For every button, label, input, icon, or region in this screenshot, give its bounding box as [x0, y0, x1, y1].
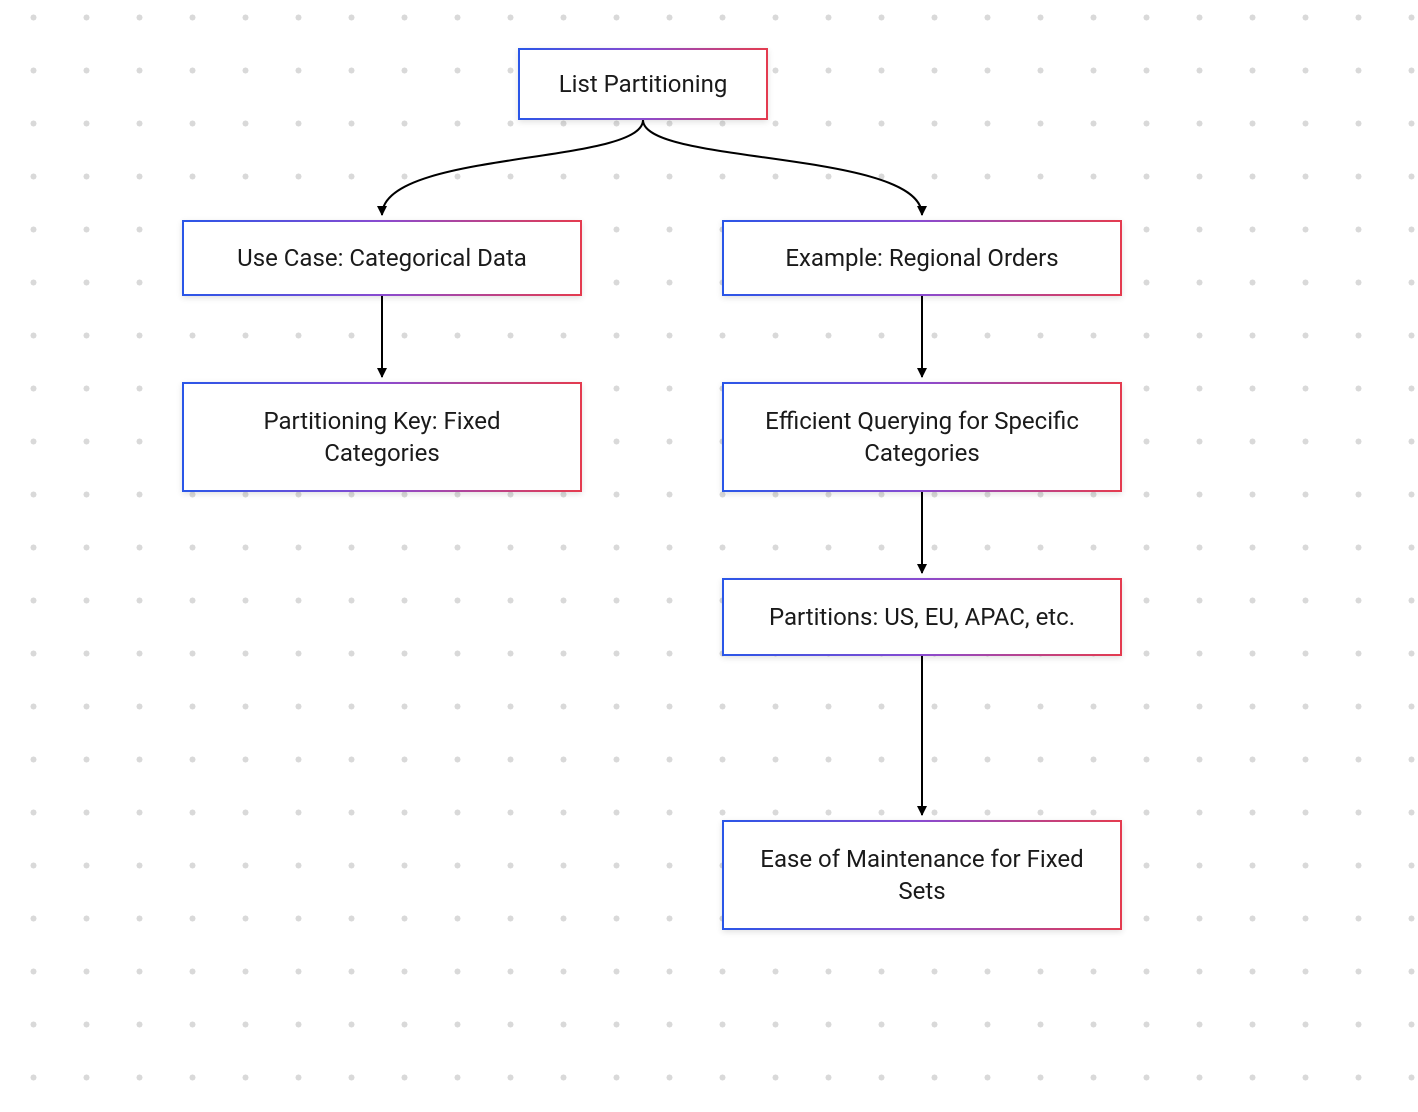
node-key[interactable]: Partitioning Key: Fixed Categories: [182, 382, 582, 492]
node-label: List Partitioning: [559, 68, 728, 100]
node-root[interactable]: List Partitioning: [518, 48, 768, 120]
node-example[interactable]: Example: Regional Orders: [722, 220, 1122, 296]
node-maintenance[interactable]: Ease of Maintenance for Fixed Sets: [722, 820, 1122, 930]
node-usecase[interactable]: Use Case: Categorical Data: [182, 220, 582, 296]
edge-root-to-usecase: [382, 120, 643, 215]
node-label: Use Case: Categorical Data: [237, 242, 527, 274]
diagram-canvas: List Partitioning Use Case: Categorical …: [0, 0, 1418, 1112]
node-label: Partitions: US, EU, APAC, etc.: [769, 601, 1075, 633]
edge-root-to-example: [643, 120, 922, 215]
node-label: Partitioning Key: Fixed Categories: [204, 405, 560, 470]
node-label: Ease of Maintenance for Fixed Sets: [744, 843, 1100, 908]
node-label: Example: Regional Orders: [785, 242, 1058, 274]
node-label: Efficient Querying for Specific Categori…: [744, 405, 1100, 470]
node-partitions[interactable]: Partitions: US, EU, APAC, etc.: [722, 578, 1122, 656]
node-querying[interactable]: Efficient Querying for Specific Categori…: [722, 382, 1122, 492]
diagram-edges: [0, 0, 1418, 1112]
